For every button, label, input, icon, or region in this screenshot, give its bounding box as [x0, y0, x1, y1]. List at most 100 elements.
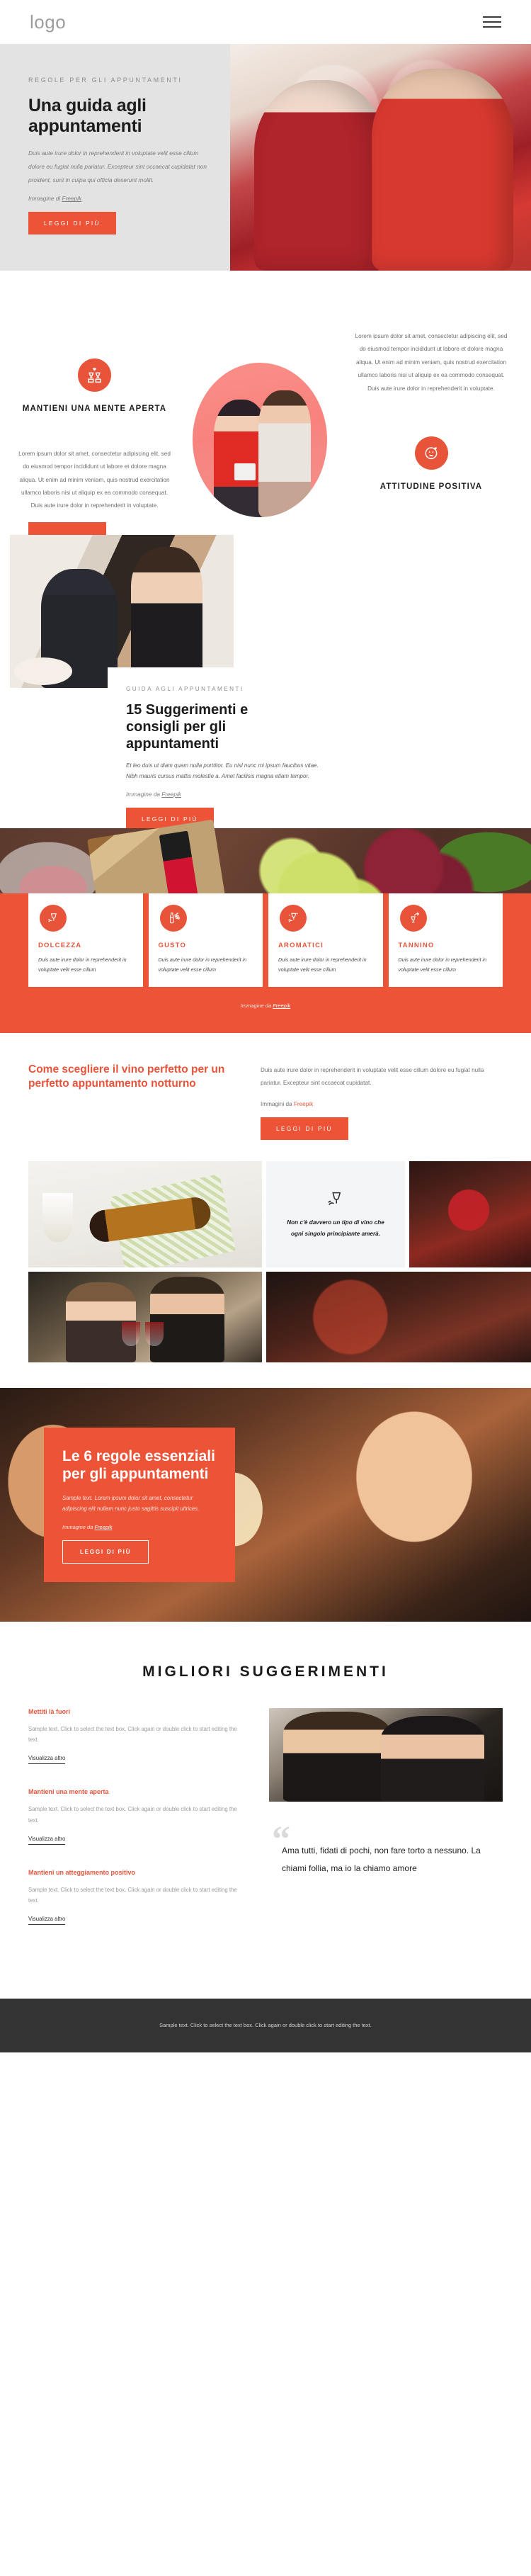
six-rules-credit-prefix: Immagine da	[62, 1524, 95, 1531]
tip-heading: Mettiti là fuori	[28, 1708, 70, 1716]
choose-wine-title: Come scegliere il vino perfetto per un p…	[28, 1063, 225, 1090]
smiley-heart-icon	[414, 436, 448, 470]
choose-wine-right: Duis aute irure dolor in reprehenderit i…	[261, 1063, 503, 1140]
hamburger-bar	[483, 26, 501, 28]
wine-card: AROMATICI Duis aute irure dolor in repre…	[268, 893, 383, 988]
hero-read-more-button[interactable]: LEGGI DI PIÙ	[28, 212, 116, 235]
wine-quote-card: Non c'è davvero un tipo di vino che ogni…	[266, 1160, 405, 1267]
wine-credit-link[interactable]: Freepik	[273, 1002, 290, 1009]
page-root: logo REGOLE PER GLI APPUNTAMENTI Una gui…	[0, 0, 531, 2052]
six-rules-section: Le 6 regole essenziali per gli appuntame…	[0, 1387, 531, 1622]
tip-item: Mantieni una mente aperta Sample text. C…	[28, 1788, 241, 1845]
site-footer: Sample text. Click to select the text bo…	[0, 1999, 531, 2052]
wine-card-title: AROMATICI	[278, 942, 324, 949]
hero-body: Duis aute irure dolor in reprehenderit i…	[28, 149, 207, 183]
footer-text: Sample text. Click to select the text bo…	[159, 2022, 372, 2029]
tip-view-more-link[interactable]: Visualizza altro	[28, 1836, 66, 1845]
grid-couple-glass-right	[145, 1322, 164, 1346]
image-grid-col-right: Non c'è davvero un tipo di vino che ogni…	[266, 1160, 531, 1362]
wine-card-body: Duis aute irure dolor in reprehenderit i…	[38, 956, 127, 973]
wine-card-body: Duis aute irure dolor in reprehenderit i…	[278, 956, 367, 973]
tips-credit-link[interactable]: Freepik	[161, 791, 181, 798]
six-rules-title: Le 6 regole essenziali per gli appuntame…	[62, 1447, 215, 1482]
tips-image-restaurant	[10, 535, 234, 688]
wine-card-title: GUSTO	[158, 942, 187, 949]
pour-glass-icon	[399, 905, 427, 932]
hero-content: REGOLE PER GLI APPUNTAMENTI Una guida ag…	[0, 44, 255, 235]
tips-section: GUIDA AGLI APPUNTAMENTI 15 Suggerimenti …	[0, 522, 531, 847]
tip-view-more-link[interactable]: Visualizza altro	[28, 1916, 66, 1926]
tips-credit-prefix: Immagine da	[126, 790, 162, 798]
tips-credit: Immagine da Freepik	[126, 791, 501, 798]
tips-title: 15 Suggerimenti e consigli per gli appun…	[126, 701, 249, 752]
wine-card-body: Duis aute irure dolor in reprehenderit i…	[158, 956, 247, 973]
tips-image-plate	[14, 657, 73, 685]
image-grid: Non c'è davvero un tipo di vino che ogni…	[0, 1140, 531, 1362]
six-rules-body: Sample text. Lorem ipsum dolor sit amet,…	[62, 1494, 200, 1513]
wine-cards: DOLCEZZA Duis aute irure dolor in repreh…	[0, 893, 531, 988]
wine-strip: DOLCEZZA Duis aute irure dolor in repreh…	[0, 893, 531, 1034]
image-grid-col-left	[28, 1160, 262, 1362]
tip-heading: Mantieni una mente aperta	[28, 1788, 109, 1796]
grid-couple-glass-left	[122, 1322, 141, 1346]
hero-image-couple	[230, 44, 531, 271]
wine-card: DOLCEZZA Duis aute irure dolor in repreh…	[28, 893, 143, 988]
image-grid-top-row: Non c'è davvero un tipo di vino che ogni…	[266, 1160, 531, 1267]
grid-image-bar-dark	[266, 1271, 531, 1362]
logo[interactable]: logo	[30, 11, 66, 33]
choose-wine-left: Come scegliere il vino perfetto per un p…	[28, 1063, 241, 1139]
hamburger-bar	[483, 16, 501, 18]
wine-card-title: TANNINO	[398, 942, 435, 949]
tips-body: Et leo duis ut diam quam nulla porttitor…	[126, 762, 319, 779]
circle-photo-block: Immagine da Freepik	[193, 363, 327, 532]
hero-credit-link[interactable]: Freepik	[62, 195, 82, 202]
hero-credit-prefix: Immagine di	[28, 195, 62, 203]
six-rules-read-more-button[interactable]: LEGGI DI PIÙ	[62, 1540, 149, 1564]
hero-title: Una guida agli appuntamenti	[28, 96, 147, 137]
circle-photo-man	[258, 390, 312, 517]
choose-wine-read-more-button[interactable]: LEGGI DI PIÙ	[261, 1117, 348, 1140]
circle-photo-couple	[193, 363, 327, 517]
wine-credit-prefix: Immagine da	[240, 1002, 273, 1010]
best-tips-right: “ Ama tutti, fidati di pochi, non fare t…	[269, 1708, 503, 1949]
hero-credit: Immagine di Freepik	[28, 195, 255, 202]
wine-card-title: DOLCEZZA	[38, 942, 82, 949]
testimonial-quote-text: Ama tutti, fidati di pochi, non fare tor…	[282, 1846, 481, 1873]
sparkling-glass-icon	[280, 905, 307, 932]
wine-card: TANNINO Duis aute irure dolor in reprehe…	[388, 893, 503, 988]
choose-wine-credit-link[interactable]: Freepik	[294, 1101, 313, 1107]
best-tips-image-woman	[381, 1715, 484, 1802]
six-rules-credit-link[interactable]: Freepik	[94, 1524, 112, 1530]
best-tips-section: MIGLIORI SUGGERIMENTI Mettiti là fuori S…	[0, 1621, 531, 1999]
six-rules-credit: Immagine da Freepik	[62, 1524, 217, 1530]
best-tips-image-man	[282, 1712, 391, 1802]
grid-image-couple-toast	[28, 1271, 262, 1362]
feature-open-mind-title: MANTIENI UNA MENTE APERTA	[22, 405, 167, 413]
grid-image-wine-bottle	[28, 1160, 262, 1267]
tips-eyebrow: GUIDA AGLI APPUNTAMENTI	[126, 686, 244, 692]
choose-wine-body: Duis aute irure dolor in reprehenderit i…	[261, 1067, 484, 1086]
feature-open-mind: MANTIENI UNA MENTE APERTA Lorem ipsum do…	[18, 358, 171, 513]
tip-body: Sample text. Click to select the text bo…	[28, 1806, 237, 1824]
tips-card: GUIDA AGLI APPUNTAMENTI 15 Suggerimenti …	[108, 667, 521, 847]
wine-section: DOLCEZZA Duis aute irure dolor in repreh…	[0, 819, 531, 1034]
wine-card: GUSTO Duis aute irure dolor in reprehend…	[148, 893, 263, 988]
feature-open-mind-body: Lorem ipsum dolor sit amet, consectetur …	[18, 450, 171, 509]
bottle-grapes-icon	[159, 905, 187, 932]
grid-image-glass	[42, 1192, 73, 1242]
couple-toast-icon	[78, 358, 111, 392]
wine-credit: Immagine da Freepik	[0, 987, 531, 1009]
grid-couple-man	[149, 1277, 225, 1362]
best-tips-image-couple	[269, 1708, 503, 1802]
best-tips-list: Mettiti là fuori Sample text. Click to s…	[28, 1708, 241, 1949]
tip-view-more-link[interactable]: Visualizza altro	[28, 1755, 66, 1765]
hamburger-icon[interactable]	[483, 16, 501, 28]
circle-photo-gift	[234, 463, 256, 480]
hand-glass-icon	[328, 1192, 341, 1205]
tip-body: Sample text. Click to select the text bo…	[28, 1726, 237, 1744]
hamburger-bar	[483, 21, 501, 23]
wine-quote-text: Non c'è davvero un tipo di vino che ogni…	[287, 1219, 384, 1237]
grid-image-wine-dark	[409, 1160, 531, 1267]
tip-body: Sample text. Click to select the text bo…	[28, 1886, 237, 1904]
six-rules-box: Le 6 regole essenziali per gli appuntame…	[44, 1427, 235, 1583]
